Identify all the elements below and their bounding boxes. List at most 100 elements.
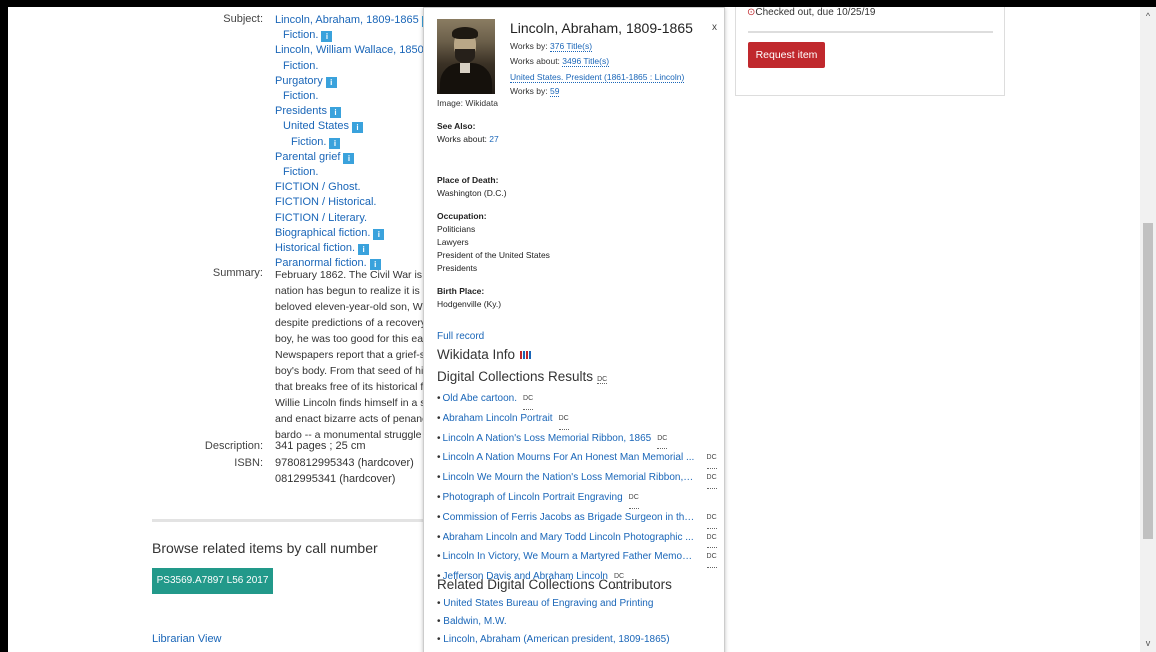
contributor-item: • Baldwin, M.W. <box>437 613 670 631</box>
contributor-link[interactable]: Lincoln, Abraham (American president, 18… <box>443 634 669 645</box>
summary-line: nation has begun to realize it is in <box>275 285 431 297</box>
see-also-works-link[interactable]: 27 <box>489 134 498 144</box>
subject-label: Subject: <box>223 13 263 25</box>
birth-place-section: Birth Place: Hodgenville (Ky.) <box>437 285 501 311</box>
summary-line: despite predictions of a recovery, W <box>275 317 435 329</box>
works-by-label: Works by: <box>510 41 548 51</box>
info-icon[interactable]: i <box>343 152 355 164</box>
info-icon[interactable]: i <box>329 107 341 119</box>
divider <box>748 31 993 33</box>
dc-result-link[interactable]: Abraham Lincoln and Mary Todd Lincoln Ph… <box>443 529 695 549</box>
subject-link[interactable]: Fiction. <box>283 166 318 178</box>
occupation-item: Presidents <box>437 263 478 273</box>
birth-place-value: Hodgenville (Ky.) <box>437 299 502 309</box>
bullet-icon: • <box>437 491 441 503</box>
subject-link[interactable]: Biographical fiction. <box>275 227 370 239</box>
subject-link[interactable]: FICTION / Ghost. <box>275 181 361 193</box>
subject-link[interactable]: Historical fiction. <box>275 242 355 254</box>
author-name: Lincoln, Abraham, 1809-1865 <box>510 20 693 36</box>
subject-item: FICTION / Ghost. <box>275 180 446 195</box>
dc-tag: DC <box>706 449 717 470</box>
subject-link[interactable]: Lincoln, Abraham, 1809-1865 <box>275 14 419 26</box>
dc-result-link[interactable]: Photograph of Lincoln Portrait Engraving <box>443 489 623 509</box>
dc-tag: DC <box>558 410 569 430</box>
subject-link[interactable]: FICTION / Historical. <box>275 196 376 208</box>
works-about-row: Works about: 3496 Title(s) <box>510 56 610 67</box>
president-link[interactable]: United States. President (1861-1865 : Li… <box>510 72 685 83</box>
dc-result-item: • Lincoln In Victory, We Mourn a Martyred… <box>437 548 721 569</box>
info-icon[interactable]: i <box>373 228 385 240</box>
bullet-icon: • <box>437 531 441 543</box>
contributors-heading: Related Digital Collections Contributors <box>437 577 672 592</box>
scrollbar-thumb[interactable] <box>1143 223 1153 539</box>
dc-result-item: • Lincoln A Nation's Loss Memorial Ribbon… <box>437 430 721 450</box>
bullet-icon: • <box>437 472 441 484</box>
subject-link[interactable]: United States <box>283 120 349 132</box>
info-icon[interactable]: i <box>321 31 333 43</box>
see-also-section: See Also: Works about: 27 <box>437 120 499 146</box>
call-number-button[interactable]: PS3569.A7897 L56 2017 <box>152 568 273 594</box>
isbn-label: ISBN: <box>234 457 263 469</box>
contributor-link[interactable]: Baldwin, M.W. <box>443 616 506 627</box>
contributors-list: • United States Bureau of Engraving and … <box>437 595 670 652</box>
description-label: Description: <box>204 440 263 452</box>
dc-result-link[interactable]: Lincoln A Nation's Loss Memorial Ribbon,… <box>443 430 652 450</box>
subject-link[interactable]: Fiction. <box>291 136 326 148</box>
dc-result-item: • Old Abe cartoon. DC <box>437 390 721 410</box>
summary-line: boy, he was too good for this eart <box>275 333 430 345</box>
subject-item: Parental grief i <box>275 150 446 165</box>
dc-result-link[interactable]: Abraham Lincoln Portrait <box>443 410 553 430</box>
scroll-down-icon[interactable]: v <box>1140 636 1156 650</box>
scroll-up-icon[interactable]: ^ <box>1140 9 1156 23</box>
dc-result-item: • Lincoln A Nation Mourns For An Honest M… <box>437 449 721 470</box>
dc-tag: DC <box>597 376 608 384</box>
subject-link[interactable]: Purgatory <box>275 75 323 87</box>
works-by-link[interactable]: 376 Title(s) <box>550 41 593 52</box>
subject-link[interactable]: Fiction. <box>283 29 318 41</box>
summary-line: that breaks free of its historical fra <box>275 381 433 393</box>
info-icon[interactable]: i <box>358 244 370 256</box>
librarian-view-link[interactable]: Librarian View <box>152 633 222 645</box>
full-record-link[interactable]: Full record <box>437 331 484 342</box>
request-item-button[interactable]: Request item <box>748 42 825 68</box>
summary-line: beloved eleven-year-old son, Willie <box>275 301 435 313</box>
bullet-icon: • <box>437 551 441 563</box>
works-by-2-row: Works by: 59 <box>510 86 560 97</box>
subject-link[interactable]: Parental grief <box>275 151 340 163</box>
subject-link[interactable]: Fiction. <box>283 60 318 72</box>
subject-link[interactable]: FICTION / Literary. <box>275 212 367 224</box>
info-icon[interactable]: i <box>352 122 364 134</box>
page-scrollbar[interactable]: ^ v <box>1140 7 1156 652</box>
subject-link[interactable]: Fiction. <box>283 90 318 102</box>
info-icon[interactable]: i <box>325 76 337 88</box>
status-text: Checked out, due 10/25/19 <box>755 7 876 18</box>
dc-result-link[interactable]: Lincoln A Nation Mourns For An Honest Ma… <box>443 449 695 469</box>
dc-tag: DC <box>706 509 717 529</box>
dc-tag: DC <box>706 469 717 489</box>
wikidata-heading: Wikidata Info <box>437 347 532 362</box>
dc-result-item: • Abraham Lincoln Portrait DC <box>437 410 721 430</box>
info-icon[interactable]: i <box>329 137 341 149</box>
dc-result-link[interactable]: Lincoln In Victory, We Mourn a Martyred … <box>443 548 695 568</box>
place-of-death-value: Washington (D.C.) <box>437 188 507 198</box>
dc-result-link[interactable]: Commission of Ferris Jacobs as Brigade S… <box>443 509 695 529</box>
subject-link[interactable]: Presidents <box>275 105 327 117</box>
occupation-item: Politicians <box>437 224 476 234</box>
bullet-icon: • <box>437 432 441 444</box>
works-about-link[interactable]: 3496 Title(s) <box>562 56 610 67</box>
subject-link[interactable]: Lincoln, William Wallace, 1850-186 <box>275 44 446 56</box>
president-row: United States. President (1861-1865 : Li… <box>510 72 685 83</box>
works-about-label: Works about: <box>510 56 560 66</box>
dc-result-item: • Lincoln We Mourn the Nation's Loss Memo… <box>437 469 721 489</box>
dc-result-link[interactable]: Lincoln We Mourn the Nation's Loss Memor… <box>443 469 695 489</box>
close-icon[interactable]: x <box>712 22 717 33</box>
contributor-link[interactable]: United States Bureau of Engraving and Pr… <box>443 598 653 609</box>
dc-result-link[interactable]: Old Abe cartoon. <box>443 390 518 410</box>
dc-tag: DC <box>706 548 717 569</box>
dc-results-list: • Old Abe cartoon. DC • Abraham Lincoln Port… <box>437 390 721 588</box>
subject-item: United States i <box>275 119 446 134</box>
description-value: 341 pages ; 25 cm <box>275 440 366 452</box>
dc-result-item: • Abraham Lincoln and Mary Todd Lincoln P… <box>437 529 721 549</box>
subject-item: FICTION / Literary. <box>275 211 446 226</box>
works-by-link[interactable]: 59 <box>550 86 560 97</box>
